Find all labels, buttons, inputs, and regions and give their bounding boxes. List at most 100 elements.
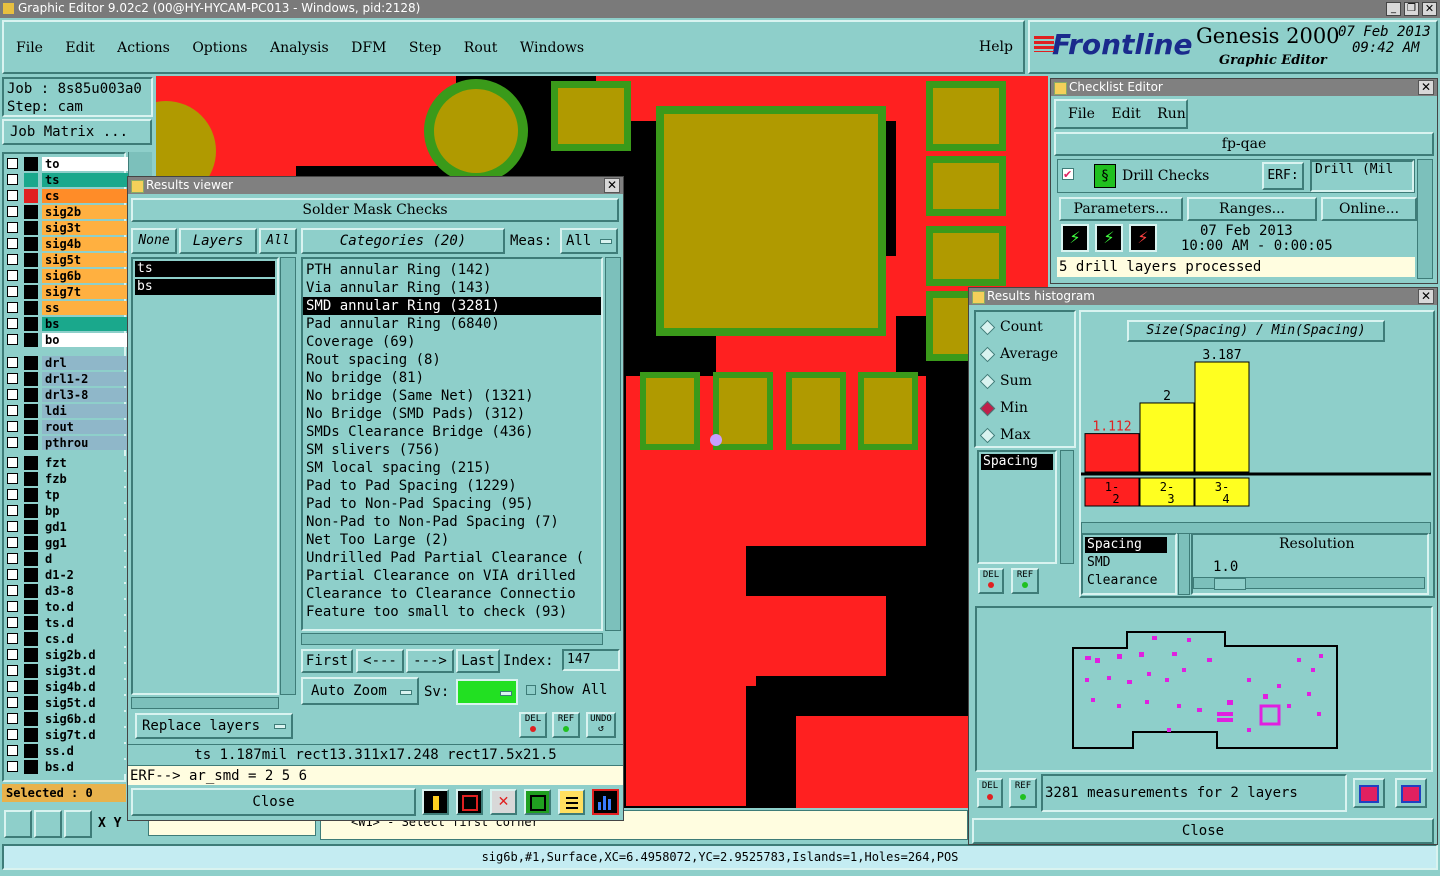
layer-name[interactable]: cs.d: [42, 632, 129, 646]
menu-step[interactable]: Step: [409, 40, 441, 56]
layer-checkbox[interactable]: [7, 158, 18, 169]
prev-button[interactable]: <---: [356, 649, 404, 673]
layer-name[interactable]: d: [42, 552, 129, 566]
radio-icon[interactable]: [979, 373, 996, 390]
layer-checkbox[interactable]: [7, 665, 18, 676]
layer-checkbox[interactable]: [7, 505, 18, 516]
check-row[interactable]: ✔ § Drill Checks ERF: Drill (Mil: [1057, 159, 1415, 193]
layer-checkbox[interactable]: [7, 421, 18, 432]
layer-checkbox[interactable]: [7, 334, 18, 345]
layer-name[interactable]: ts.d: [42, 616, 129, 630]
layer-checkbox[interactable]: [7, 389, 18, 400]
layer-checkbox[interactable]: [7, 537, 18, 548]
layer-name[interactable]: sig5t.d: [42, 696, 129, 710]
layer-name[interactable]: to.d: [42, 600, 129, 614]
layer-row-sig4b.d[interactable]: sig4b.d: [4, 679, 129, 695]
layer-checkbox[interactable]: [7, 286, 18, 297]
layer-checkbox[interactable]: [7, 713, 18, 724]
layer-name[interactable]: to: [42, 157, 129, 171]
category-item[interactable]: SMDs Clearance Bridge (436): [303, 423, 601, 441]
hist-ref-button[interactable]: REF: [1011, 568, 1039, 594]
layer-checkbox[interactable]: [7, 553, 18, 564]
mode-min[interactable]: Min: [976, 395, 1074, 422]
category-item[interactable]: No bridge (Same Net) (1321): [303, 387, 601, 405]
layer-name[interactable]: sig2b.d: [42, 648, 129, 662]
histogram-bar[interactable]: [1194, 361, 1250, 473]
category-item[interactable]: Pad to Non-Pad Spacing (95): [303, 495, 601, 513]
layer-name[interactable]: sig7t: [42, 285, 129, 299]
layer-name[interactable]: sig5t: [42, 253, 129, 267]
layer-row-ts.d[interactable]: ts.d: [4, 615, 129, 631]
layer-checkbox[interactable]: [7, 569, 18, 580]
red-arrow-tool-icon[interactable]: [456, 789, 483, 815]
menu-help[interactable]: Help: [979, 39, 1013, 55]
layer-checkbox[interactable]: [7, 521, 18, 532]
menu-analysis[interactable]: Analysis: [270, 40, 329, 56]
histogram-close-button[interactable]: Close: [972, 818, 1434, 844]
auto-zoom-dropdown[interactable]: Auto Zoom: [301, 677, 419, 705]
layer-row-drl1-2[interactable]: drl1-2: [4, 371, 129, 387]
layer-row-sig7t[interactable]: sig7t: [4, 284, 129, 300]
layer-row-rout[interactable]: rout: [4, 419, 129, 435]
tool-button-2[interactable]: [34, 810, 62, 838]
erf-field[interactable]: Drill (Mil: [1310, 160, 1414, 192]
layer-checkbox[interactable]: [7, 222, 18, 233]
del-button[interactable]: DEL: [519, 712, 547, 738]
category-item[interactable]: Net Too Large (2): [303, 531, 601, 549]
layer-checkbox[interactable]: [7, 206, 18, 217]
ref-erase-tool-icon[interactable]: ✕: [490, 789, 517, 815]
layer-row-tp[interactable]: tp: [4, 487, 129, 503]
layer-row-d[interactable]: d: [4, 551, 129, 567]
layer-row-ss[interactable]: ss: [4, 300, 129, 316]
layer-checkbox[interactable]: [7, 697, 18, 708]
layer-name[interactable]: ss.d: [42, 744, 129, 758]
layer-checkbox[interactable]: [7, 254, 18, 265]
layer-row-bs[interactable]: bs: [4, 316, 129, 332]
category-item[interactable]: Pad to Pad Spacing (1229): [303, 477, 601, 495]
left-list-vscroll[interactable]: [1060, 450, 1074, 564]
layer-checkbox[interactable]: [7, 473, 18, 484]
layers-none-button[interactable]: None: [131, 228, 177, 254]
ref-button[interactable]: REF: [552, 712, 580, 738]
layer-checkbox[interactable]: [7, 585, 18, 596]
layer-name[interactable]: drl: [42, 356, 129, 370]
run-icon[interactable]: ⚡: [1061, 224, 1089, 252]
close-icon[interactable]: ✕: [604, 178, 620, 193]
left-spacing-item[interactable]: Spacing: [981, 454, 1053, 470]
layer-row-d3-8[interactable]: d3-8: [4, 583, 129, 599]
layer-checkbox[interactable]: [7, 457, 18, 468]
close-icon[interactable]: ✕: [1418, 289, 1434, 304]
category-item[interactable]: Undrilled Pad Partial Clearance (: [303, 549, 601, 567]
tool-button-1[interactable]: [4, 810, 32, 838]
layer-checkbox[interactable]: [7, 373, 18, 384]
histogram-bar[interactable]: [1084, 433, 1140, 473]
mode-count[interactable]: Count: [976, 314, 1074, 341]
zoom-in-preview-icon[interactable]: [1353, 778, 1385, 808]
minimize-button[interactable]: _: [1386, 2, 1401, 16]
layer-name[interactable]: sig7t.d: [42, 728, 129, 742]
results-layers-vscroll[interactable]: [280, 257, 296, 695]
layer-checkbox[interactable]: [7, 633, 18, 644]
results-layers-hscroll[interactable]: [131, 697, 279, 709]
layer-checkbox[interactable]: [7, 405, 18, 416]
checklist-menu-run[interactable]: Run: [1157, 106, 1186, 122]
layer-row-cs.d[interactable]: cs.d: [4, 631, 129, 647]
layer-name[interactable]: sig2b: [42, 205, 129, 219]
category-item[interactable]: No bridge (81): [303, 369, 601, 387]
category-item[interactable]: Via annular Ring (143): [303, 279, 601, 297]
layer-row-cs[interactable]: cs: [4, 188, 129, 204]
layer-name[interactable]: bs.d: [42, 760, 129, 774]
histogram-tool-icon[interactable]: [592, 789, 619, 815]
layer-checkbox[interactable]: [7, 318, 18, 329]
layer-row-ldi[interactable]: ldi: [4, 403, 129, 419]
layer-name[interactable]: d3-8: [42, 584, 129, 598]
layer-name[interactable]: d1-2: [42, 568, 129, 582]
checklist-titlebar[interactable]: Checklist Editor ✕: [1051, 79, 1437, 96]
layer-name[interactable]: sig6b.d: [42, 712, 129, 726]
layer-name[interactable]: ts: [42, 173, 129, 187]
radio-icon[interactable]: [979, 319, 996, 336]
flag-tool-icon[interactable]: [422, 789, 449, 815]
categories-button[interactable]: Categories (20): [301, 228, 505, 254]
layer-name[interactable]: sig4b.d: [42, 680, 129, 694]
mode-max[interactable]: Max: [976, 422, 1074, 449]
